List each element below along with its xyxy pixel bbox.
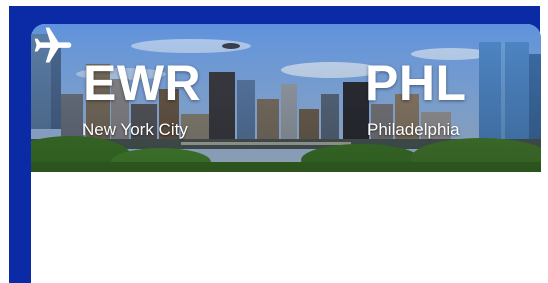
destination-city-name: Philadelphia: [367, 120, 460, 139]
destination-airport-code: PHL: [365, 55, 467, 111]
route-card[interactable]: EWR New York City PHL Philadelphia: [31, 24, 541, 283]
origin-airport-code: EWR: [83, 55, 202, 111]
skyline-hero-image: EWR New York City PHL Philadelphia: [31, 24, 541, 172]
airplane-icon: [34, 27, 72, 63]
origin-city-name: New York City: [82, 120, 188, 139]
